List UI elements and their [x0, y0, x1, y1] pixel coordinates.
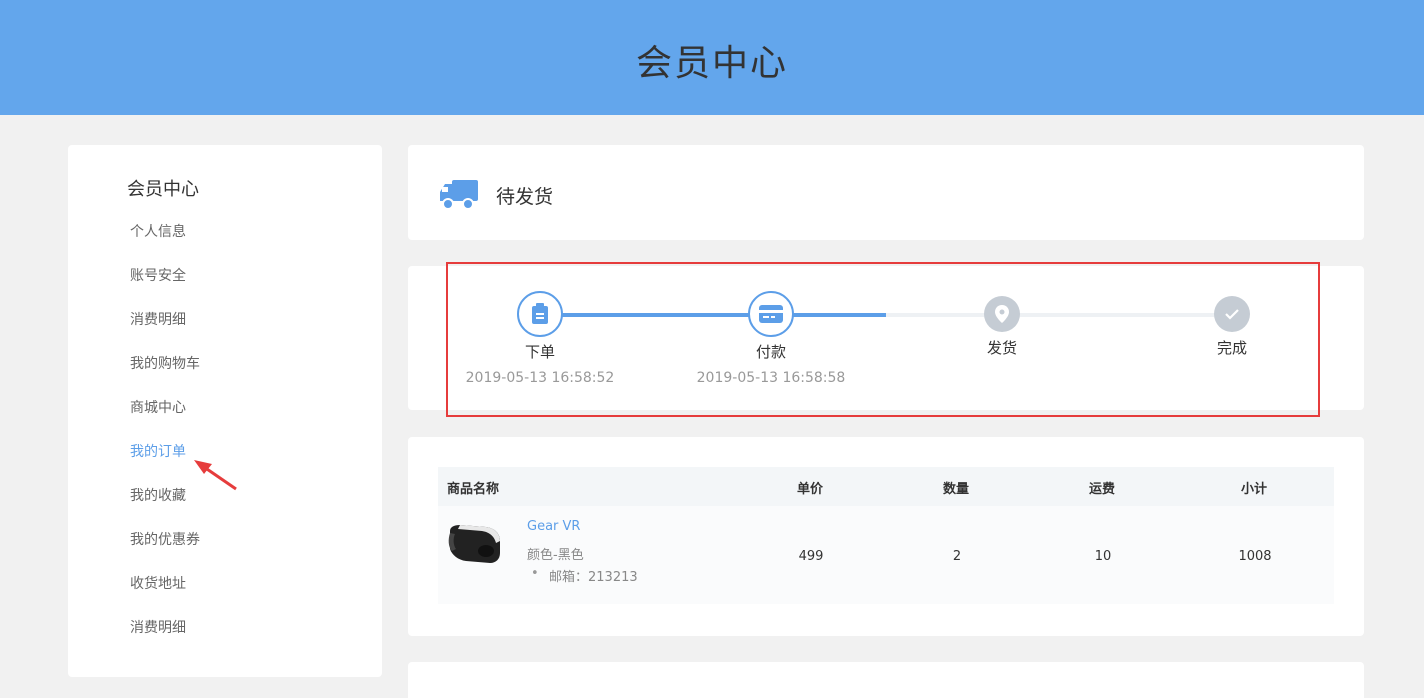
- page-title: 会员中心: [635, 43, 788, 84]
- sidebar-item-shopping-cart[interactable]: 我的购物车: [130, 353, 200, 373]
- product-extra: 邮箱：213213: [531, 566, 638, 585]
- sidebar-item-shipping-address[interactable]: 收货地址: [130, 573, 186, 593]
- red-highlight-box: [446, 262, 1320, 417]
- sidebar-item-account-security[interactable]: 账号安全: [130, 265, 186, 285]
- page-header: 会员中心: [0, 0, 1424, 115]
- cell-price: 499: [798, 549, 824, 564]
- sidebar-item-spending-details-2[interactable]: 消费明细: [130, 617, 186, 637]
- col-header-name: 商品名称: [447, 482, 500, 497]
- truck-icon: [440, 180, 478, 210]
- sidebar-item-my-orders[interactable]: 我的订单: [130, 441, 186, 461]
- cell-qty: 2: [952, 549, 962, 564]
- col-header-price: 单价: [797, 482, 824, 497]
- next-section-card: [408, 662, 1364, 698]
- table-row: Gear VR 颜色-黑色 邮箱：213213 499 2 10 1008: [438, 506, 1334, 604]
- table-header: 商品名称 单价 数量 运费 小计: [438, 467, 1334, 506]
- cell-shipping: 10: [1094, 549, 1112, 564]
- sidebar: 会员中心 个人信息 账号安全 消费明细 我的购物车 商城中心 我的订单 我的收藏…: [68, 145, 382, 677]
- red-arrow-annotation: [194, 460, 237, 491]
- sidebar-item-favorites[interactable]: 我的收藏: [130, 485, 186, 505]
- sidebar-item-mall-center[interactable]: 商城中心: [130, 397, 186, 417]
- col-header-qty: 数量: [943, 482, 970, 497]
- sidebar-title: 会员中心: [127, 179, 199, 200]
- sidebar-item-personal-info[interactable]: 个人信息: [130, 221, 186, 241]
- vr-headset-image[interactable]: [446, 521, 504, 567]
- cell-subtotal: 1008: [1238, 549, 1272, 564]
- sidebar-item-coupons[interactable]: 我的优惠券: [130, 529, 200, 549]
- order-table: 商品名称 单价 数量 运费 小计 Gear VR 颜色-黑色 邮箱：213213…: [438, 467, 1334, 604]
- col-header-shipping: 运费: [1089, 482, 1116, 497]
- col-header-subtotal: 小计: [1241, 482, 1268, 497]
- product-spec: 颜色-黑色: [527, 548, 584, 563]
- order-status-card: 待发货: [408, 145, 1364, 240]
- product-name-link[interactable]: Gear VR: [527, 519, 580, 534]
- order-status-label: 待发货: [496, 186, 554, 208]
- sidebar-item-spending-details[interactable]: 消费明细: [130, 309, 186, 329]
- order-items-card: 商品名称 单价 数量 运费 小计 Gear VR 颜色-黑色 邮箱：213213…: [408, 437, 1364, 636]
